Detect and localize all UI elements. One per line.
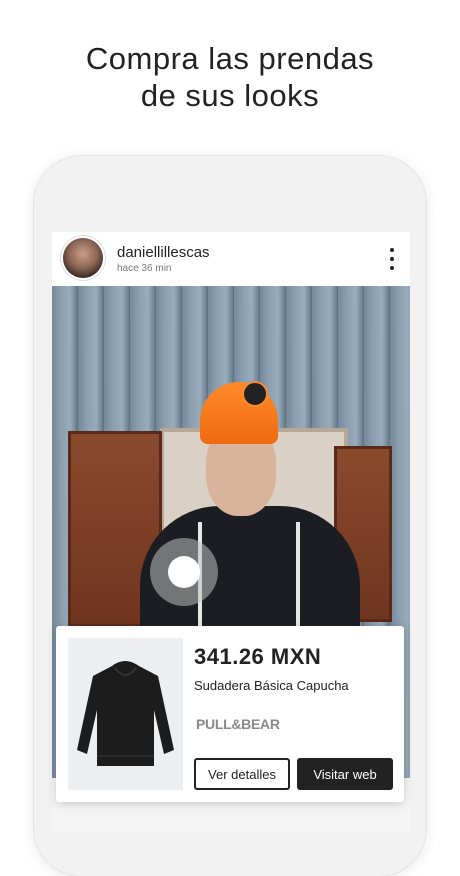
product-price: 341.26 MXN <box>194 644 322 669</box>
product-tag-dot[interactable] <box>242 381 268 407</box>
product-tag-active[interactable] <box>150 538 218 606</box>
product-card[interactable]: 341.26 MXN Sudadera Básica Capucha PULL&… <box>56 626 404 802</box>
hoodie-image <box>77 661 174 766</box>
post-username[interactable]: daniellillescas <box>117 244 210 261</box>
post-timestamp: hace 36 min <box>117 263 172 274</box>
more-vertical-icon[interactable] <box>386 248 398 270</box>
details-button[interactable]: Ver detalles <box>194 758 290 790</box>
headline: Compra las prendas de sus looks <box>0 40 460 114</box>
headline-line-2: de sus looks <box>140 78 320 113</box>
visit-web-button[interactable]: Visitar web <box>297 758 393 790</box>
product-image[interactable] <box>68 638 183 790</box>
brand-logo: PULL&BEAR <box>196 716 280 732</box>
product-tag-center <box>168 556 200 588</box>
product-name: Sudadera Básica Capucha <box>194 678 349 693</box>
post-header: daniellillescas hace 36 min <box>52 232 410 286</box>
headline-line-1: Compra las prendas <box>85 41 375 76</box>
avatar[interactable] <box>63 238 103 278</box>
